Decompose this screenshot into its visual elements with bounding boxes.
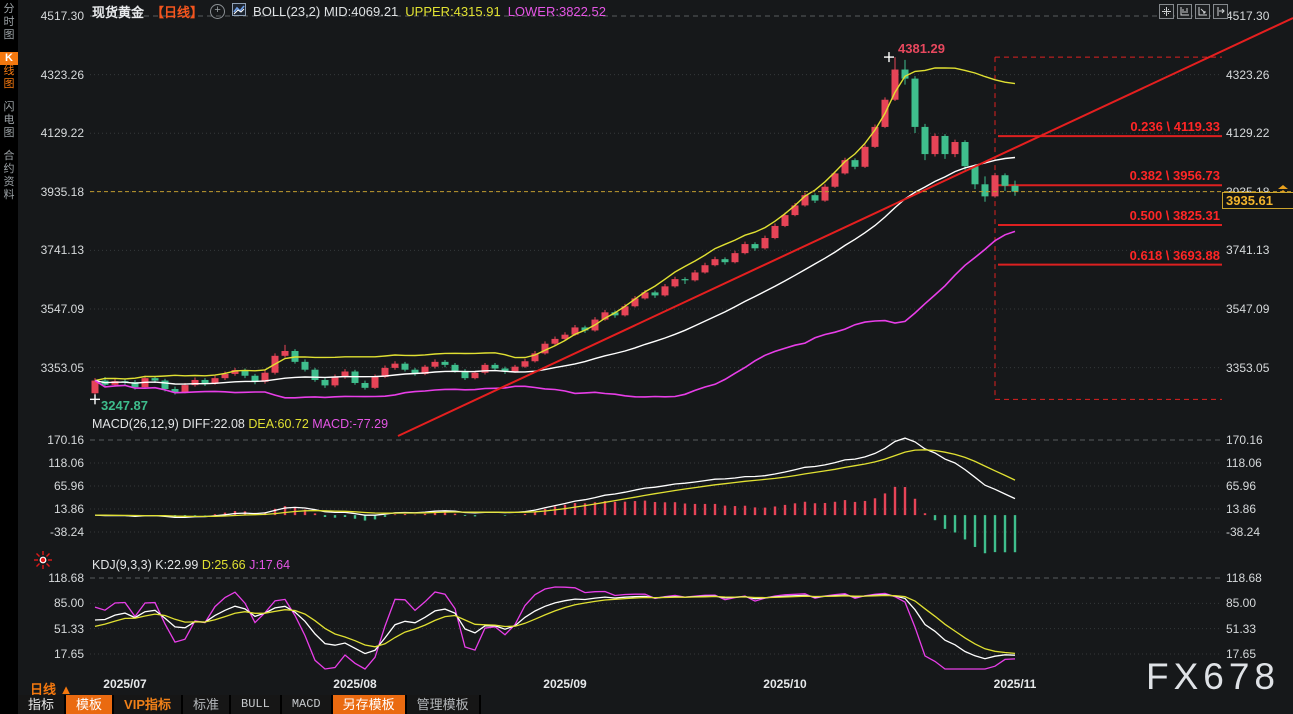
left-sidebar: 分时图K线图闪电图合约资料: [0, 0, 18, 714]
macd-axis-label-right: -38.24: [1226, 525, 1260, 539]
kdj-d-value: D:25.66: [202, 558, 246, 572]
bottom-toolbar: 指标模板VIP指标标准BULLMACD另存模板管理模板: [18, 695, 481, 714]
kdj-title: KDJ(9,3,3): [92, 558, 152, 572]
macd-title: MACD(26,12,9): [92, 417, 179, 431]
kdj-j-value: J:17.64: [249, 558, 290, 572]
kdj-axis-label-right: 51.33: [1226, 622, 1256, 636]
x-axis-month-label: 2025/09: [530, 677, 600, 691]
x-axis-month-label: 2025/11: [980, 677, 1050, 691]
sidebar-tab-3[interactable]: 闪电图: [0, 101, 18, 140]
sidebar-tab-char: 电: [0, 114, 18, 127]
axis-right-icon[interactable]: [1195, 4, 1210, 19]
chart-style-icon[interactable]: [232, 3, 246, 19]
fib-level-label: 0.500 \ 3825.31: [996, 208, 1220, 223]
footer-tab-5[interactable]: BULL: [231, 695, 282, 714]
symbol-name: 现货黄金: [92, 2, 144, 21]
sidebar-tab-char: 资: [0, 176, 18, 189]
circle-plus-icon[interactable]: +: [210, 4, 225, 19]
price-axis-label-right: 3741.13: [1226, 243, 1269, 257]
sidebar-tab-char: K: [0, 52, 18, 65]
sidebar-tab-char: 图: [0, 127, 18, 140]
sidebar-tab-char: 时: [0, 16, 18, 29]
price-axis-label-right: 3353.05: [1226, 361, 1269, 375]
boll-upper-value: UPPER:4315.91: [405, 4, 500, 19]
sidebar-tab-char: 图: [0, 29, 18, 42]
macd-axis-label-right: 118.06: [1226, 456, 1262, 470]
macd-dea-value: DEA:60.72: [248, 417, 308, 431]
period-tag: 【日线】: [151, 2, 203, 21]
price-axis-label-right: 3547.09: [1226, 302, 1269, 316]
pane-right-icon[interactable]: [1213, 4, 1228, 19]
macd-axis-label-right: 13.86: [1226, 502, 1256, 516]
low-price-label: 3247.87: [101, 398, 148, 413]
axis-left-icon[interactable]: [1177, 4, 1192, 19]
kdj-axis-label-right: 118.68: [1226, 571, 1262, 585]
sidebar-tab-char: 分: [0, 3, 18, 16]
x-axis-month-label: 2025/10: [750, 677, 820, 691]
watermark: FX678: [1146, 656, 1280, 698]
price-axis-label-right: 4323.26: [1226, 68, 1269, 82]
last-price-box: 3935.61: [1222, 192, 1293, 209]
sidebar-tab-char: 线: [0, 65, 18, 78]
fib-level-label: 0.382 \ 3956.73: [996, 168, 1220, 183]
footer-tab-1[interactable]: 指标: [18, 695, 66, 714]
macd-diff-value: DIFF:22.08: [182, 417, 245, 431]
fib-level-label: 0.618 \ 3693.88: [996, 248, 1220, 263]
price-axis-label-right: 4517.30: [1226, 9, 1269, 23]
price-axis-label-right: 4129.22: [1226, 126, 1269, 140]
macd-axis-label-right: 65.96: [1226, 479, 1256, 493]
move-icon[interactable]: [1159, 4, 1174, 19]
fib-level-label: 0.236 \ 4119.33: [996, 119, 1220, 134]
sidebar-tab-char: 约: [0, 163, 18, 176]
sidebar-tab-4[interactable]: 合约资料: [0, 150, 18, 202]
sidebar-tab-char: 合: [0, 150, 18, 163]
x-axis-month-label: 2025/08: [320, 677, 390, 691]
footer-tab-2[interactable]: 模板: [66, 695, 114, 714]
footer-tab-8[interactable]: 管理模板: [407, 695, 481, 714]
x-axis-month-label: 2025/07: [90, 677, 160, 691]
kdj-panel-header: KDJ(9,3,3) K:22.99 D:25.66 J:17.64: [92, 558, 290, 572]
footer-tab-6[interactable]: MACD: [282, 695, 333, 714]
boll-lower-value: LOWER:3822.52: [508, 4, 606, 19]
boll-title: BOLL(23,2) MID:4069.21: [253, 4, 398, 19]
sidebar-tab-1[interactable]: 分时图: [0, 0, 18, 42]
footer-tab-7[interactable]: 另存模板: [333, 695, 407, 714]
footer-tab-4[interactable]: 标准: [183, 695, 231, 714]
macd-bar-value: MACD:-77.29: [312, 417, 388, 431]
sidebar-tab-char: 闪: [0, 101, 18, 114]
chart-window-controls: [1159, 4, 1228, 19]
kdj-axis-label-right: 85.00: [1226, 596, 1256, 610]
high-price-label: 4381.29: [898, 41, 945, 56]
trading-app-window: 分时图K线图闪电图合约资料 现货黄金 【日线】 + BOLL(23,2) MID…: [0, 0, 1293, 714]
footer-tab-3[interactable]: VIP指标: [114, 695, 183, 714]
kdj-k-value: K:22.99: [155, 558, 198, 572]
macd-panel-header: MACD(26,12,9) DIFF:22.08 DEA:60.72 MACD:…: [92, 417, 388, 431]
sidebar-tab-char: 料: [0, 189, 18, 202]
macd-axis-label-right: 170.16: [1226, 433, 1263, 447]
chart-header: 现货黄金 【日线】 + BOLL(23,2) MID:4069.21 UPPER…: [92, 3, 606, 19]
chart-canvas[interactable]: [0, 0, 1293, 714]
sidebar-tab-2[interactable]: K线图: [0, 52, 18, 91]
sidebar-tab-char: 图: [0, 78, 18, 91]
